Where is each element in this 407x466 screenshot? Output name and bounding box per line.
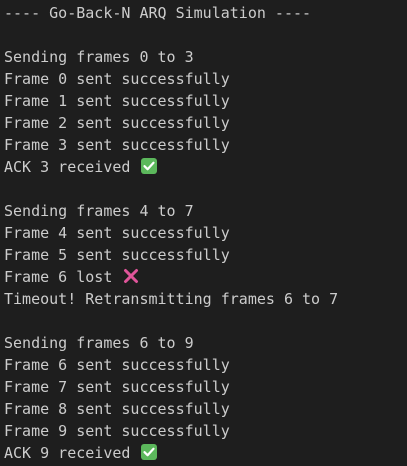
line-text: Frame 9 sent successfully: [4, 422, 230, 440]
line-text: Sending frames 0 to 3: [4, 48, 194, 66]
line-text: ---- Go-Back-N ARQ Simulation ----: [4, 4, 312, 22]
line-text: Frame 1 sent successfully: [4, 92, 230, 110]
terminal-line: Frame 2 sent successfully: [4, 112, 407, 134]
terminal-line: Frame 7 sent successfully: [4, 376, 407, 398]
terminal-output: ---- Go-Back-N ARQ Simulation ---- Sendi…: [4, 2, 407, 464]
check-mark-icon: [141, 158, 158, 174]
terminal-line: ACK 9 received: [4, 442, 407, 464]
terminal-line: Timeout! Retransmitting frames 6 to 7: [4, 288, 407, 310]
line-text: Timeout! Retransmitting frames 6 to 7: [4, 290, 339, 308]
line-text: Frame 0 sent successfully: [4, 70, 230, 88]
terminal-line: ---- Go-Back-N ARQ Simulation ----: [4, 2, 407, 24]
cross-mark-icon: [123, 268, 139, 284]
terminal-line: Frame 5 sent successfully: [4, 244, 407, 266]
terminal-line: Sending frames 4 to 7: [4, 200, 407, 222]
line-text: Frame 8 sent successfully: [4, 400, 230, 418]
terminal-line: ACK 3 received: [4, 156, 407, 178]
line-text: Frame 3 sent successfully: [4, 136, 230, 154]
terminal-line: Frame 9 sent successfully: [4, 420, 407, 442]
line-text: Sending frames 6 to 9: [4, 334, 194, 352]
line-text: ACK 9 received: [4, 444, 131, 462]
terminal-line: Frame 0 sent successfully: [4, 68, 407, 90]
terminal-line: Sending frames 6 to 9: [4, 332, 407, 354]
line-text: Frame 5 sent successfully: [4, 246, 230, 264]
line-text: Sending frames 4 to 7: [4, 202, 194, 220]
terminal-line: Frame 6 sent successfully: [4, 354, 407, 376]
terminal-line: Sending frames 0 to 3: [4, 46, 407, 68]
terminal-line: Frame 6 lost: [4, 266, 407, 288]
line-text: ACK 3 received: [4, 158, 131, 176]
line-text: Frame 7 sent successfully: [4, 378, 230, 396]
line-text: Frame 6 sent successfully: [4, 356, 230, 374]
line-text: Frame 4 sent successfully: [4, 224, 230, 242]
line-text: Frame 6 lost: [4, 268, 113, 286]
terminal-line: Frame 8 sent successfully: [4, 398, 407, 420]
terminal-line: Frame 4 sent successfully: [4, 222, 407, 244]
line-text: Frame 2 sent successfully: [4, 114, 230, 132]
check-mark-icon: [141, 444, 158, 460]
terminal-line: Frame 3 sent successfully: [4, 134, 407, 156]
terminal-line: Frame 1 sent successfully: [4, 90, 407, 112]
